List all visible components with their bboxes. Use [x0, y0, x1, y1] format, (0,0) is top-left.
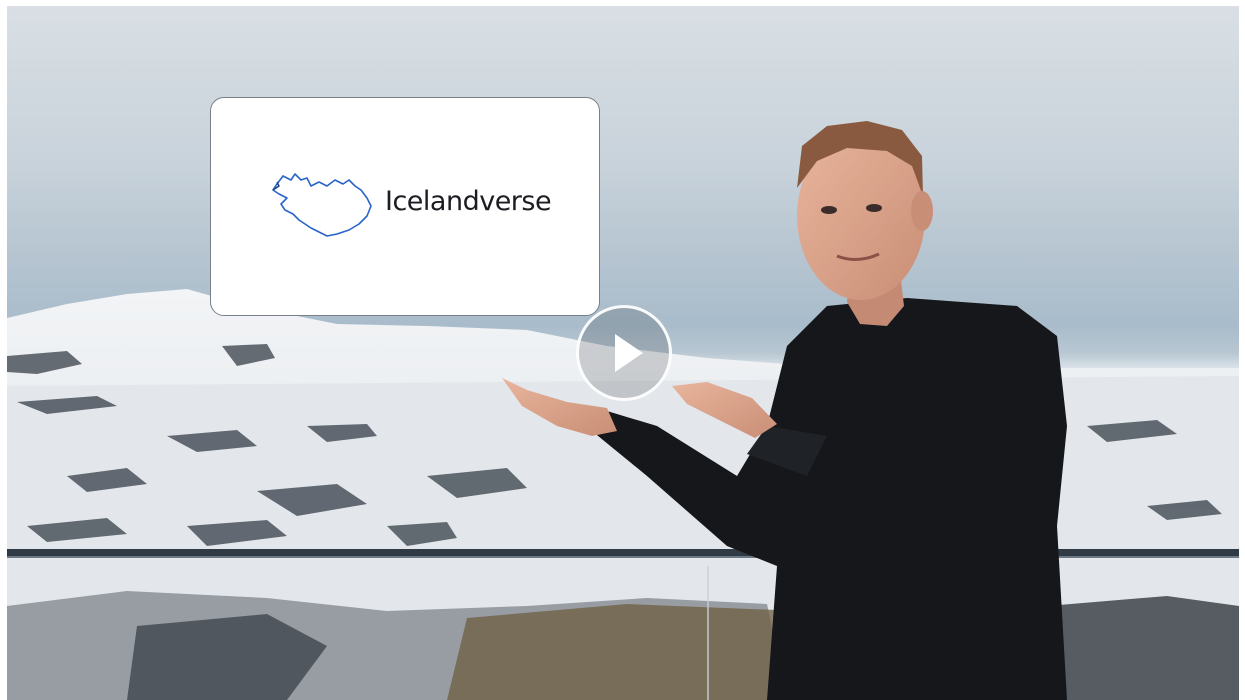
play-button[interactable] [576, 305, 672, 401]
video-player[interactable]: Icelandverse [7, 6, 1239, 700]
iceland-map-icon [272, 173, 372, 237]
brand-name: Icelandverse [385, 186, 552, 217]
icelandverse-logo-card: Icelandverse [210, 97, 600, 316]
play-icon [615, 334, 643, 372]
